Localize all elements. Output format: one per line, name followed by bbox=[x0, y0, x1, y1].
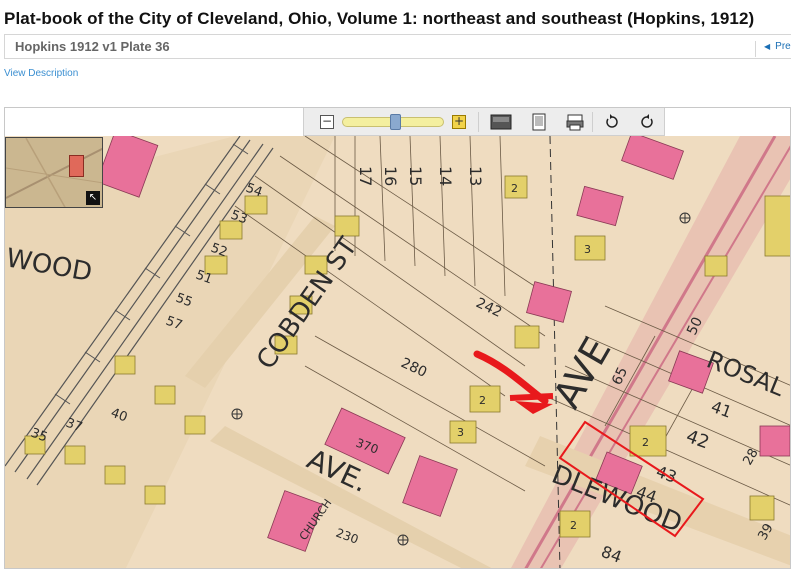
view-description-link[interactable]: View Description bbox=[4, 68, 78, 79]
map-image[interactable]: COBDEN ST ROSAL AVE AVE. DLEWOOD WOOD CH… bbox=[5, 136, 790, 568]
page-icon[interactable] bbox=[528, 112, 550, 132]
toolbar-divider bbox=[478, 112, 479, 132]
zoom-out-icon[interactable]: − bbox=[320, 115, 334, 129]
minimap-toggle-icon[interactable]: ↖ bbox=[86, 191, 100, 205]
rotate-right-icon[interactable] bbox=[636, 112, 658, 132]
image-viewer: − + COBDEN ST ROSAL AVE AVE. DLEWOOD WOO… bbox=[4, 107, 791, 569]
rotate-left-icon[interactable] bbox=[601, 112, 623, 132]
lot-number: 14 bbox=[436, 166, 455, 186]
plat-map-svg: COBDEN ST ROSAL AVE AVE. DLEWOOD WOOD CH… bbox=[5, 136, 790, 568]
navigator-minimap[interactable]: ↖ bbox=[5, 137, 103, 208]
building-story-count: 2 bbox=[642, 436, 649, 449]
zoom-slider-handle[interactable] bbox=[390, 114, 401, 130]
chevron-left-icon: ◀ bbox=[764, 42, 771, 51]
print-icon[interactable] bbox=[564, 112, 586, 132]
previous-plate-link[interactable]: ◀ Pre bbox=[755, 41, 791, 57]
zoom-in-icon[interactable]: + bbox=[452, 115, 466, 129]
fullscreen-icon[interactable] bbox=[490, 112, 512, 132]
building-story-count: 2 bbox=[479, 394, 486, 407]
annotation-arrow-shaft bbox=[509, 393, 554, 401]
building-story-count: 3 bbox=[457, 426, 464, 439]
previous-label: Pre bbox=[775, 41, 791, 52]
lot-number: 15 bbox=[406, 166, 425, 186]
plate-header-bar: Hopkins 1912 v1 Plate 36 ◀ Pre bbox=[4, 34, 791, 59]
minimap-viewport-indicator[interactable] bbox=[69, 155, 84, 177]
viewer-toolbar: − + bbox=[303, 108, 665, 136]
page-title: Plat-book of the City of Cleveland, Ohio… bbox=[4, 9, 755, 28]
lot-number: 16 bbox=[381, 166, 400, 186]
lot-number: 17 bbox=[356, 166, 375, 186]
building-story-count: 2 bbox=[570, 519, 577, 532]
building-story-count: 3 bbox=[584, 243, 591, 256]
lot-number: 13 bbox=[466, 166, 485, 186]
toolbar-divider bbox=[592, 112, 593, 132]
plate-title: Hopkins 1912 v1 Plate 36 bbox=[15, 39, 170, 54]
building-story-count: 2 bbox=[511, 182, 518, 195]
